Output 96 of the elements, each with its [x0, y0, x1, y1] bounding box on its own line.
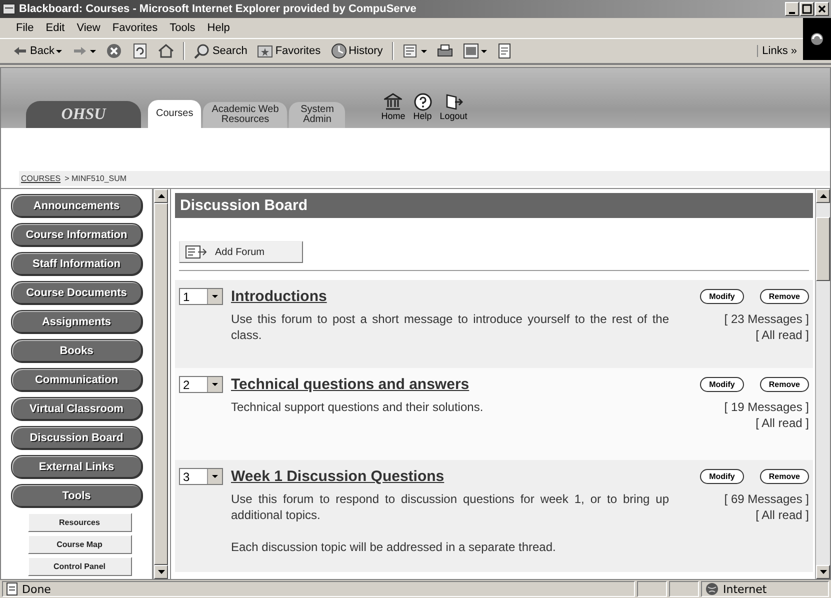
security-zone: Internet [723, 582, 767, 596]
add-list-icon [185, 245, 207, 259]
dropdown-caret-icon [212, 383, 218, 386]
add-forum-button[interactable]: Add Forum [179, 241, 303, 263]
search-icon [194, 43, 210, 59]
nav-button[interactable]: Course Information [10, 223, 142, 247]
nav-button[interactable]: Course Documents [10, 281, 142, 305]
order-select[interactable]: 2 [179, 376, 223, 393]
building-icon [384, 93, 402, 111]
order-select[interactable]: 3 [179, 468, 223, 485]
forum-action-button[interactable]: Remove [760, 289, 809, 304]
read-status: [ All read ] [756, 507, 809, 524]
header-link[interactable]: Help [411, 93, 434, 121]
minimize-icon[interactable] [785, 2, 799, 16]
printer-icon [436, 43, 453, 59]
scroll-thumb[interactable] [816, 217, 830, 281]
menu-item[interactable]: Help [201, 22, 236, 34]
read-status: [ All read ] [756, 327, 809, 344]
nav-button[interactable]: External Links [10, 455, 142, 479]
forum-title-link[interactable]: Introductions [231, 288, 684, 305]
page-title: Discussion Board [175, 193, 813, 218]
message-count[interactable]: [ 23 Messages ] [724, 311, 809, 328]
toolbar-button[interactable]: History [326, 40, 387, 62]
globe-icon [705, 582, 719, 596]
caret-icon [480, 50, 487, 52]
tab[interactable]: Academic Web Resources [203, 102, 288, 128]
nav-button[interactable]: Discussion Board [10, 426, 142, 450]
forum-action-button[interactable]: Remove [760, 469, 809, 484]
close-icon[interactable] [815, 2, 829, 16]
globe-clock-icon [330, 43, 347, 59]
menu-item[interactable]: Favorites [106, 22, 164, 34]
refresh-icon [132, 43, 148, 59]
message-count[interactable]: [ 69 Messages ] [724, 491, 809, 508]
maximize-icon[interactable] [800, 2, 814, 16]
forum-action-button[interactable]: Modify [700, 377, 744, 392]
toolbar-button[interactable]: Back [8, 40, 66, 62]
nav-button[interactable]: Announcements [10, 194, 142, 218]
page-icon [6, 582, 18, 596]
globe-logo-icon [809, 31, 825, 47]
scroll-down-icon [158, 570, 164, 574]
toolbar-button[interactable]: Favorites [253, 40, 325, 62]
forward-arrow-icon [72, 44, 88, 58]
forum-description: Use this forum to post a short message to introduce yourself to the rest of the class. [231, 311, 669, 344]
nav-button[interactable]: Books [10, 339, 142, 363]
forum-title-link[interactable]: Technical questions and answers [231, 376, 684, 393]
forum-description: Each discussion topic will be addressed in a separate thread. [231, 539, 557, 556]
document-icon [496, 43, 513, 59]
scrollbar[interactable] [815, 189, 830, 579]
nav-button[interactable]: Tools [10, 484, 142, 508]
tab[interactable]: System Admin [289, 102, 346, 128]
back-arrow-icon [12, 44, 28, 58]
breadcrumb-current: > MINF510_SUM [64, 174, 127, 183]
forum-description: Use this forum to respond to discussion questions for week 1, or to bring up additional topics. [231, 491, 669, 524]
caret-icon [90, 50, 96, 52]
nav-button[interactable]: Staff Information [10, 252, 142, 276]
forum-action-button[interactable]: Remove [760, 377, 809, 392]
window-title: Blackboard: Courses - Microsoft Internet Explorer provided by CompuServe [19, 3, 418, 15]
logo: OHSU [26, 101, 141, 128]
nav-sub-button[interactable]: Course Map [28, 535, 132, 554]
stop-icon [106, 43, 122, 59]
message-count[interactable]: [ 19 Messages ] [724, 399, 809, 416]
menu-item[interactable]: File [10, 22, 40, 34]
header-link[interactable]: Logout [438, 93, 470, 121]
scroll-down-icon [820, 570, 826, 574]
nav-sub-button[interactable]: Resources [28, 513, 132, 532]
forum-description: Technical support questions and their solutions. [231, 399, 484, 416]
menu-item[interactable]: View [70, 22, 106, 34]
nav-sub-button[interactable]: Control Panel [28, 557, 132, 576]
door-arrow-icon [444, 93, 463, 111]
forum-action-button[interactable]: Modify [700, 469, 744, 484]
house-icon [158, 43, 174, 59]
forum-action-button[interactable]: Modify [700, 289, 744, 304]
caret-icon [56, 50, 62, 52]
read-status: [ All read ] [756, 415, 809, 432]
caret-icon [420, 50, 427, 52]
order-select[interactable]: 1 [179, 288, 223, 305]
nav-button[interactable]: Communication [10, 368, 142, 392]
scroll-up-icon [820, 194, 826, 198]
mail-icon [402, 43, 419, 59]
dropdown-caret-icon [212, 475, 218, 478]
tab[interactable]: Courses [148, 100, 202, 128]
question-icon [414, 93, 432, 111]
toolbar-button[interactable]: Search [190, 40, 252, 62]
menu-item[interactable]: Edit [40, 22, 71, 34]
status-text: Done [22, 582, 51, 596]
page-edit-icon [462, 43, 479, 59]
scroll-up-icon [158, 194, 164, 198]
nav-button[interactable]: Assignments [10, 310, 142, 334]
links-button[interactable]: Links » [757, 45, 801, 57]
app-window-icon [2, 2, 16, 16]
nav-button[interactable]: Virtual Classroom [10, 397, 142, 421]
header-link[interactable]: Home [379, 93, 408, 121]
breadcrumb-link[interactable]: COURSES [21, 174, 61, 183]
menu-item[interactable]: Tools [164, 22, 202, 34]
dropdown-caret-icon [212, 295, 218, 298]
forum-title-link[interactable]: Week 1 Discussion Questions [231, 468, 684, 485]
